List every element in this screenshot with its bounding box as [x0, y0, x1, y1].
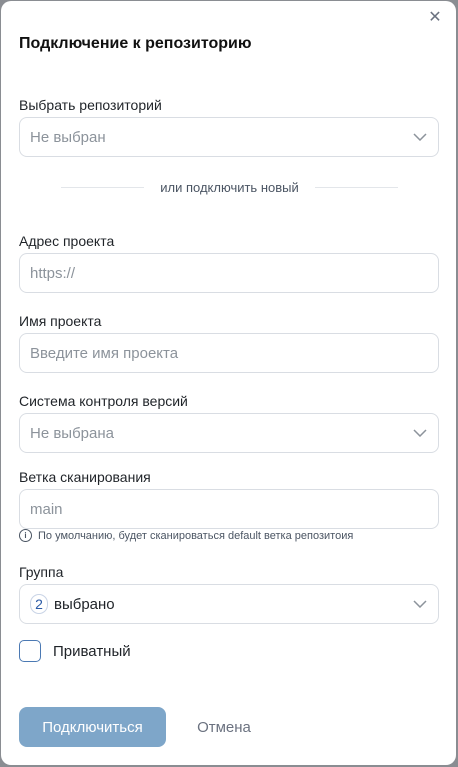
project-url-placeholder: https:// — [30, 264, 76, 282]
branch-input[interactable]: main — [19, 489, 439, 529]
branch-hint-text: По умолчанию, будет сканироваться defaul… — [38, 529, 354, 542]
group-count-badge: 2 — [30, 594, 48, 614]
divider-line-right — [314, 186, 398, 188]
private-option[interactable]: Приватный — [19, 640, 131, 662]
private-checkbox[interactable] — [19, 640, 41, 662]
chevron-down-icon — [412, 425, 428, 441]
divider-text: или подключить новый — [160, 179, 299, 195]
vcs-label: Система контроля версий — [19, 393, 188, 409]
project-url-input[interactable]: https:// — [19, 253, 439, 293]
dialog-title: Подключение к репозиторию — [19, 35, 252, 52]
group-label: Группа — [19, 564, 64, 580]
group-select-value: выбрано — [54, 595, 115, 613]
repo-select-value: Не выбран — [30, 128, 106, 146]
chevron-down-icon — [412, 596, 428, 612]
vcs-select[interactable]: Не выбрана — [19, 413, 439, 453]
branch-hint: i По умолчанию, будет сканироваться defa… — [19, 529, 353, 542]
group-select[interactable]: 2 выбрано — [19, 584, 439, 624]
project-url-label: Адрес проекта — [19, 233, 115, 249]
cancel-button[interactable]: Отмена — [181, 707, 267, 747]
private-label: Приватный — [53, 642, 131, 660]
connect-button[interactable]: Подключиться — [19, 707, 166, 747]
divider-line-left — [61, 186, 145, 188]
project-name-input[interactable]: Введите имя проекта — [19, 333, 439, 373]
branch-placeholder: main — [30, 500, 63, 518]
branch-label: Ветка сканирования — [19, 469, 151, 485]
vcs-select-value: Не выбрана — [30, 424, 114, 442]
repo-select-label: Выбрать репозиторий — [19, 97, 162, 113]
project-name-placeholder: Введите имя проекта — [30, 344, 179, 362]
repo-select[interactable]: Не выбран — [19, 117, 439, 157]
project-name-label: Имя проекта — [19, 313, 102, 329]
info-icon: i — [19, 529, 32, 542]
close-icon[interactable]: ✕ — [426, 9, 444, 27]
chevron-down-icon — [412, 129, 428, 145]
divider: или подключить новый — [61, 177, 398, 197]
connect-repository-dialog: ✕ Подключение к репозиторию Выбрать репо… — [1, 1, 456, 765]
